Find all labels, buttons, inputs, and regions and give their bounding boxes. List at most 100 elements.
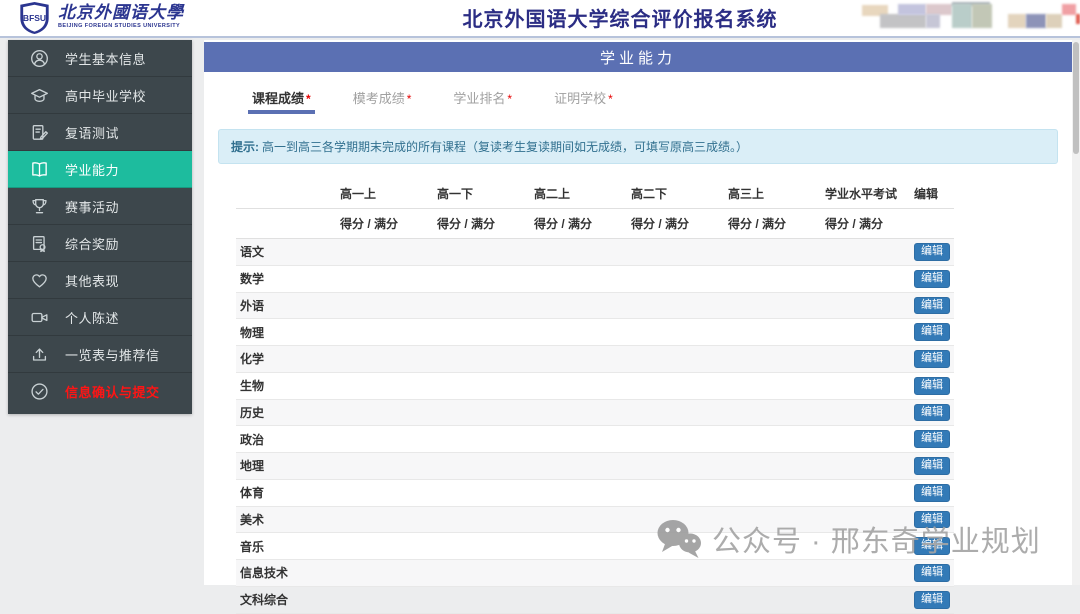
sidebar-item-document-edit[interactable]: 复语测试 (8, 114, 192, 151)
score-cell (530, 506, 627, 533)
score-cell (821, 506, 910, 533)
score-cell (724, 319, 821, 346)
bfsu-shield-icon: BFSU (18, 1, 51, 35)
edit-button[interactable]: 编辑 (914, 404, 950, 422)
score-cell (433, 586, 530, 613)
edit-button[interactable]: 编辑 (914, 484, 950, 502)
score-cell (627, 372, 724, 399)
subject-cell: 化学 (236, 346, 336, 373)
score-cell (336, 372, 433, 399)
scrollbar-thumb[interactable] (1073, 42, 1079, 154)
sidebar-item-book[interactable]: 学业能力 (8, 151, 192, 188)
heart-icon (30, 271, 49, 290)
edit-button[interactable]: 编辑 (914, 511, 950, 529)
table-row-音乐: 音乐编辑 (236, 533, 954, 560)
required-asterisk: * (407, 92, 412, 106)
score-cell (433, 292, 530, 319)
subject-cell: 语文 (236, 239, 336, 266)
score-cell (433, 346, 530, 373)
edit-cell: 编辑 (910, 265, 954, 292)
score-subheader: 得分 / 满分 (433, 209, 530, 239)
score-cell (627, 533, 724, 560)
table-row-化学: 化学 编辑 (236, 346, 954, 373)
term-column-header: 学业水平考试 (821, 179, 910, 209)
vertical-scrollbar[interactable] (1072, 40, 1080, 585)
tab-label: 模考成绩 (353, 91, 405, 106)
edit-cell: 编辑 (910, 372, 954, 399)
edit-cell: 编辑 (910, 479, 954, 506)
sidebar-item-certificate[interactable]: 综合奖励 (8, 225, 192, 262)
score-cell (336, 292, 433, 319)
logo-cn-text: 北京外國语大學 (58, 3, 184, 22)
edit-button[interactable]: 编辑 (914, 564, 950, 582)
section-title: 学业能力 (600, 47, 676, 68)
score-subheader-row: 得分 / 满分得分 / 满分得分 / 满分得分 / 满分得分 / 满分得分 / … (236, 209, 954, 239)
required-asterisk: * (507, 92, 512, 106)
user-icon (30, 49, 49, 68)
score-cell (821, 586, 910, 613)
score-cell (530, 560, 627, 587)
sidebar-item-check-circle[interactable]: 信息确认与提交 (8, 373, 192, 409)
score-cell (336, 265, 433, 292)
sidebar-item-user[interactable]: 学生基本信息 (8, 40, 192, 77)
edit-button[interactable]: 编辑 (914, 430, 950, 448)
score-subheader: 得分 / 满分 (530, 209, 627, 239)
edit-button[interactable]: 编辑 (914, 377, 950, 395)
score-cell (821, 346, 910, 373)
score-cell (336, 346, 433, 373)
subject-cell: 数学 (236, 265, 336, 292)
edit-cell: 编辑 (910, 292, 954, 319)
tab-1[interactable]: 课程成绩* (248, 88, 315, 114)
table-row-历史: 历史编辑 (236, 399, 954, 426)
score-cell (336, 453, 433, 480)
score-cell (336, 479, 433, 506)
hint-prefix: 提示: (231, 140, 259, 154)
score-cell (530, 239, 627, 266)
score-cell (433, 560, 530, 587)
score-cell (433, 453, 530, 480)
subject-cell: 体育 (236, 479, 336, 506)
score-cell (724, 265, 821, 292)
score-cell (627, 506, 724, 533)
subheader-spacer (236, 209, 336, 239)
sidebar-item-trophy[interactable]: 赛事活动 (8, 188, 192, 225)
score-cell (336, 586, 433, 613)
edit-button[interactable]: 编辑 (914, 591, 950, 609)
edit-cell: 编辑 (910, 453, 954, 480)
score-cell (530, 426, 627, 453)
tab-label: 课程成绩 (252, 91, 304, 106)
sidebar-item-graduation-cap[interactable]: 高中毕业学校 (8, 77, 192, 114)
hint-text: 高一到高三各学期期末完成的所有课程（复读考生复读期间如无成绩，可填写原高三成绩。… (262, 140, 748, 154)
score-cell (530, 586, 627, 613)
edit-button[interactable]: 编辑 (914, 457, 950, 475)
score-cell (530, 372, 627, 399)
edit-button[interactable]: 编辑 (914, 243, 950, 261)
table-row-生物: 生物编辑 (236, 372, 954, 399)
tab-3[interactable]: 学业排名* (449, 88, 516, 114)
score-cell (530, 292, 627, 319)
edit-button[interactable]: 编辑 (914, 270, 950, 288)
edit-button[interactable]: 编辑 (914, 323, 950, 341)
score-cell (336, 239, 433, 266)
sidebar-item-heart[interactable]: 其他表现 (8, 262, 192, 299)
edit-button[interactable]: 编辑 (914, 350, 950, 368)
score-cell (724, 586, 821, 613)
score-cell (724, 372, 821, 399)
sidebar-item-label: 信息确认与提交 (65, 382, 160, 401)
subject-cell: 信息技术 (236, 560, 336, 587)
tab-2[interactable]: 模考成绩* (349, 88, 416, 114)
score-cell (433, 533, 530, 560)
sidebar-item-video-camera[interactable]: 个人陈述 (8, 299, 192, 336)
edit-button[interactable]: 编辑 (914, 297, 950, 315)
score-cell (724, 479, 821, 506)
score-cell (530, 346, 627, 373)
edit-column-header: 编辑 (910, 179, 954, 209)
sidebar-item-label: 个人陈述 (65, 308, 119, 327)
sidebar-item-upload[interactable]: 一览表与推荐信 (8, 336, 192, 373)
edit-button[interactable]: 编辑 (914, 537, 950, 555)
table-row-政治: 政治编辑 (236, 426, 954, 453)
subject-cell: 美术 (236, 506, 336, 533)
edit-cell: 编辑 (910, 560, 954, 587)
tab-4[interactable]: 证明学校* (550, 88, 617, 114)
score-cell (627, 319, 724, 346)
